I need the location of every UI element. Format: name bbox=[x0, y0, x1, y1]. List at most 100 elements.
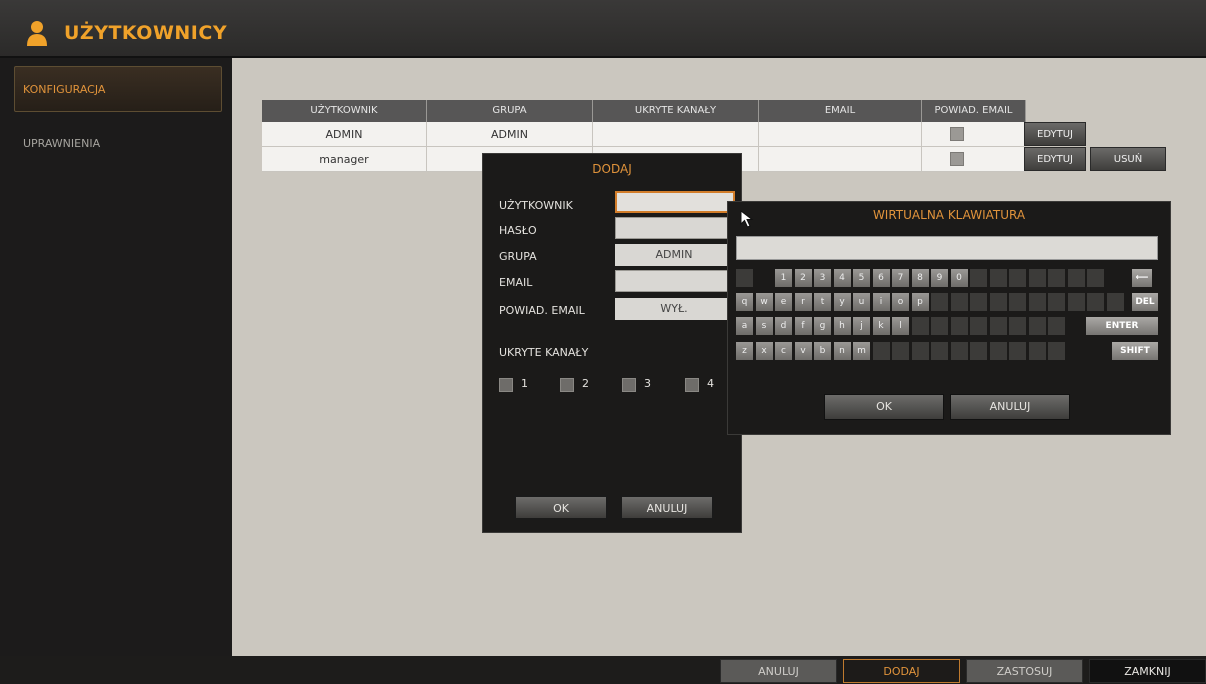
key-s[interactable]: s bbox=[755, 317, 773, 335]
sidebar: KONFIGURACJA UPRAWNIENIA bbox=[0, 58, 232, 658]
channel-checkbox-1[interactable] bbox=[499, 378, 513, 392]
password-label: HASŁO bbox=[499, 224, 537, 237]
key-blank bbox=[950, 293, 968, 311]
group-select[interactable]: ADMIN bbox=[615, 244, 733, 266]
hidden-channels-label: UKRYTE KANAŁY bbox=[499, 346, 589, 359]
keyboard-cancel-button[interactable]: ANULUJ bbox=[950, 394, 1070, 420]
cell-user: ADMIN bbox=[262, 122, 427, 147]
key-p[interactable]: p bbox=[911, 293, 929, 311]
key-a[interactable]: a bbox=[736, 317, 753, 335]
key-k[interactable]: k bbox=[872, 317, 890, 335]
cancel-button[interactable]: ANULUJ bbox=[720, 659, 837, 683]
page-title: UŻYTKOWNICY bbox=[64, 22, 228, 44]
key-g[interactable]: g bbox=[814, 317, 831, 335]
enter-key[interactable]: ENTER bbox=[1086, 317, 1158, 335]
key-n[interactable]: n bbox=[833, 342, 851, 360]
user-label: UŻYTKOWNIK bbox=[499, 199, 573, 212]
key-blank bbox=[950, 317, 968, 335]
key-7[interactable]: 7 bbox=[892, 269, 909, 287]
key-b[interactable]: b bbox=[814, 342, 831, 360]
key-blank bbox=[1009, 269, 1026, 287]
key-x[interactable]: x bbox=[755, 342, 773, 360]
add-button[interactable]: DODAJ bbox=[843, 659, 960, 683]
column-header-email-notify: POWIAD. EMAIL bbox=[922, 100, 1026, 122]
key-0[interactable]: 0 bbox=[950, 269, 968, 287]
key-t[interactable]: t bbox=[814, 293, 831, 311]
key-6[interactable]: 6 bbox=[872, 269, 890, 287]
keyboard-input[interactable] bbox=[736, 236, 1158, 260]
delete-button[interactable]: USUŃ bbox=[1090, 147, 1166, 171]
key-blank bbox=[989, 269, 1007, 287]
key-blank bbox=[872, 342, 890, 360]
key-9[interactable]: 9 bbox=[931, 269, 948, 287]
channel-label: 1 bbox=[521, 377, 528, 390]
column-header-group: GRUPA bbox=[427, 100, 593, 122]
email-field[interactable] bbox=[615, 270, 735, 292]
key-u[interactable]: u bbox=[853, 293, 870, 311]
delete-key[interactable]: DEL bbox=[1132, 293, 1158, 311]
key-h[interactable]: h bbox=[833, 317, 851, 335]
key-blank bbox=[970, 269, 987, 287]
email-notify-checkbox[interactable] bbox=[950, 152, 964, 166]
key-z[interactable]: z bbox=[736, 342, 753, 360]
key-d[interactable]: d bbox=[775, 317, 792, 335]
key-5[interactable]: 5 bbox=[853, 269, 870, 287]
key-1[interactable]: 1 bbox=[775, 269, 792, 287]
email-notify-select[interactable]: WYŁ. bbox=[615, 298, 733, 320]
key-blank bbox=[1009, 317, 1026, 335]
key-blank bbox=[736, 269, 753, 287]
key-blank bbox=[1028, 293, 1046, 311]
keyboard-ok-button[interactable]: OK bbox=[824, 394, 944, 420]
column-header-user: UŻYTKOWNIK bbox=[262, 100, 427, 122]
pointer-icon bbox=[740, 210, 754, 228]
key-j[interactable]: j bbox=[853, 317, 870, 335]
close-button[interactable]: ZAMKNIJ bbox=[1089, 659, 1206, 683]
key-blank bbox=[970, 293, 987, 311]
ok-button[interactable]: OK bbox=[514, 495, 608, 520]
channel-checkbox-4[interactable] bbox=[685, 378, 699, 392]
sidebar-item-konfiguracja[interactable]: KONFIGURACJA bbox=[14, 66, 222, 112]
sidebar-item-label: UPRAWNIENIA bbox=[23, 137, 101, 150]
key-c[interactable]: c bbox=[775, 342, 792, 360]
key-f[interactable]: f bbox=[794, 317, 812, 335]
backspace-icon[interactable]: ⟵ bbox=[1132, 269, 1152, 287]
key-blank bbox=[1087, 293, 1104, 311]
key-3[interactable]: 3 bbox=[814, 269, 831, 287]
username-field[interactable] bbox=[615, 191, 735, 213]
channel-label: 3 bbox=[644, 377, 651, 390]
key-r[interactable]: r bbox=[794, 293, 812, 311]
cell-email bbox=[759, 122, 922, 147]
key-m[interactable]: m bbox=[853, 342, 870, 360]
edit-button[interactable]: EDYTUJ bbox=[1024, 122, 1086, 146]
sidebar-item-uprawnienia[interactable]: UPRAWNIENIA bbox=[14, 120, 222, 166]
key-w[interactable]: w bbox=[755, 293, 773, 311]
key-blank bbox=[1067, 293, 1085, 311]
key-2[interactable]: 2 bbox=[794, 269, 812, 287]
key-blank bbox=[911, 342, 929, 360]
key-8[interactable]: 8 bbox=[911, 269, 929, 287]
shift-key[interactable]: SHIFT bbox=[1112, 342, 1158, 360]
edit-button[interactable]: EDYTUJ bbox=[1024, 147, 1086, 171]
key-i[interactable]: i bbox=[872, 293, 890, 311]
key-e[interactable]: e bbox=[775, 293, 792, 311]
apply-button[interactable]: ZASTOSUJ bbox=[966, 659, 1083, 683]
channel-checkbox-2[interactable] bbox=[560, 378, 574, 392]
cell-user: manager bbox=[262, 147, 427, 172]
user-icon bbox=[27, 21, 47, 46]
password-field[interactable] bbox=[615, 217, 735, 239]
key-y[interactable]: y bbox=[833, 293, 851, 311]
key-blank bbox=[1028, 317, 1046, 335]
key-4[interactable]: 4 bbox=[833, 269, 851, 287]
email-notify-label: POWIAD. EMAIL bbox=[499, 304, 585, 317]
key-o[interactable]: o bbox=[892, 293, 909, 311]
channel-label: 2 bbox=[582, 377, 589, 390]
channel-checkbox-3[interactable] bbox=[622, 378, 636, 392]
key-blank bbox=[989, 342, 1007, 360]
channel-label: 4 bbox=[707, 377, 714, 390]
key-q[interactable]: q bbox=[736, 293, 753, 311]
key-blank bbox=[892, 342, 909, 360]
cancel-button[interactable]: ANULUJ bbox=[620, 495, 714, 520]
key-v[interactable]: v bbox=[794, 342, 812, 360]
key-l[interactable]: l bbox=[892, 317, 909, 335]
email-notify-checkbox[interactable] bbox=[950, 127, 964, 141]
